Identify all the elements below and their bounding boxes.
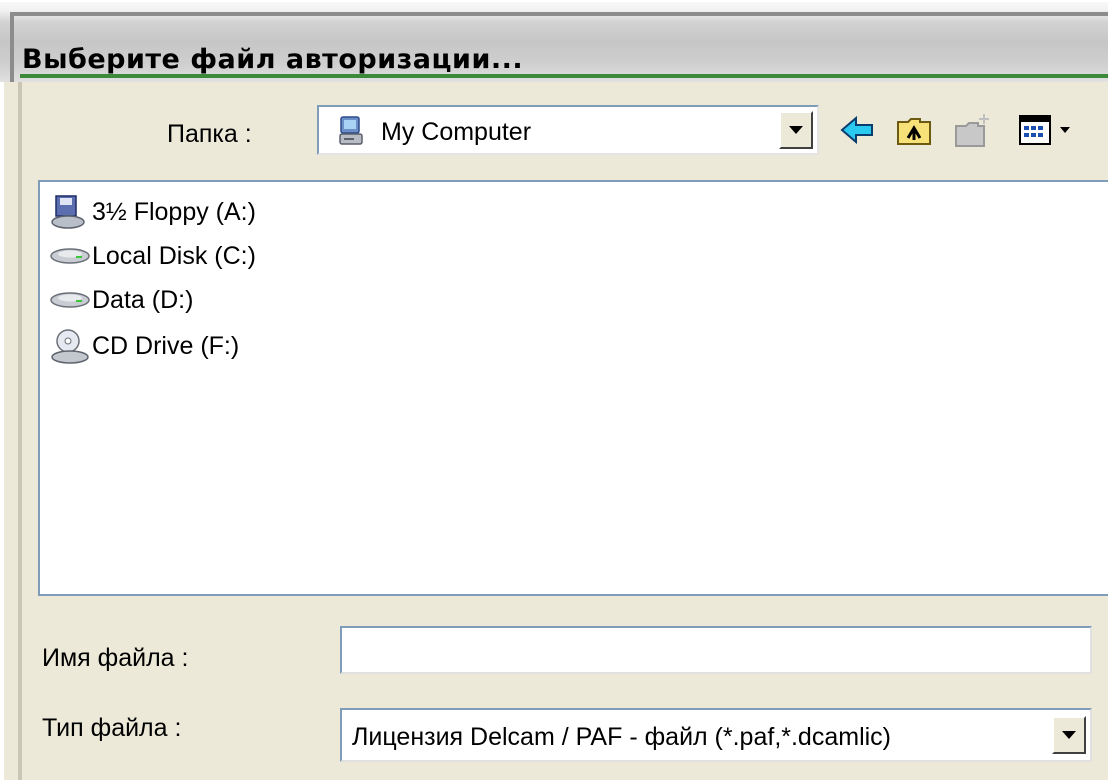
folder-label: Папка : (167, 120, 252, 148)
floppy-drive-icon (51, 195, 85, 229)
chevron-down-icon (1062, 731, 1076, 739)
file-list[interactable]: 3½ Floppy (A:) Local Disk (C:) Data (D:) (38, 180, 1108, 596)
filetype-combobox[interactable]: Лицензия Delcam / PAF - файл (*.paf,*.dc… (340, 708, 1092, 762)
filetype-dropdown-button[interactable] (1052, 716, 1086, 754)
title-bar-edge-left (10, 12, 14, 84)
list-item[interactable]: 3½ Floppy (A:) (48, 192, 256, 232)
view-menu-icon[interactable] (1016, 110, 1082, 150)
hard-disk-icon (50, 292, 90, 308)
dialog-frame-left (18, 82, 22, 780)
hard-disk-icon (50, 248, 90, 264)
list-item[interactable]: Local Disk (C:) (48, 236, 256, 276)
cd-drive-icon (51, 329, 89, 364)
dialog-body: Папка : My Computer 3½ Floppy (A:) Local… (0, 82, 1108, 780)
up-folder-icon[interactable] (894, 110, 934, 150)
list-item-label: CD Drive (F:) (92, 331, 240, 360)
list-item-label: Data (D:) (92, 285, 194, 314)
back-icon[interactable] (838, 110, 878, 150)
list-item[interactable]: Data (D:) (48, 280, 193, 320)
list-item[interactable]: CD Drive (F:) (48, 326, 239, 366)
filetype-value: Лицензия Delcam / PAF - файл (*.paf,*.dc… (352, 723, 892, 751)
title-underline (20, 74, 1108, 78)
file-open-dialog: Выберите файл авторизации... Папка : My … (0, 0, 1108, 780)
computer-icon (339, 116, 363, 145)
dialog-title: Выберите файл авторизации... (22, 44, 524, 75)
title-bar-edge (10, 12, 1108, 16)
filename-input[interactable] (340, 626, 1092, 674)
title-bar[interactable]: Выберите файл авторизации... (0, 0, 1108, 84)
list-item-label: Local Disk (C:) (92, 241, 256, 270)
list-item-label: 3½ Floppy (A:) (92, 197, 256, 226)
folder-combobox[interactable]: My Computer (317, 105, 819, 155)
filename-label: Имя файла : (42, 644, 189, 672)
filetype-label: Тип файла : (42, 714, 182, 742)
folder-value: My Computer (381, 118, 532, 146)
new-folder-icon[interactable] (952, 110, 992, 150)
folder-dropdown-button[interactable] (779, 111, 813, 149)
chevron-down-icon (789, 126, 803, 134)
